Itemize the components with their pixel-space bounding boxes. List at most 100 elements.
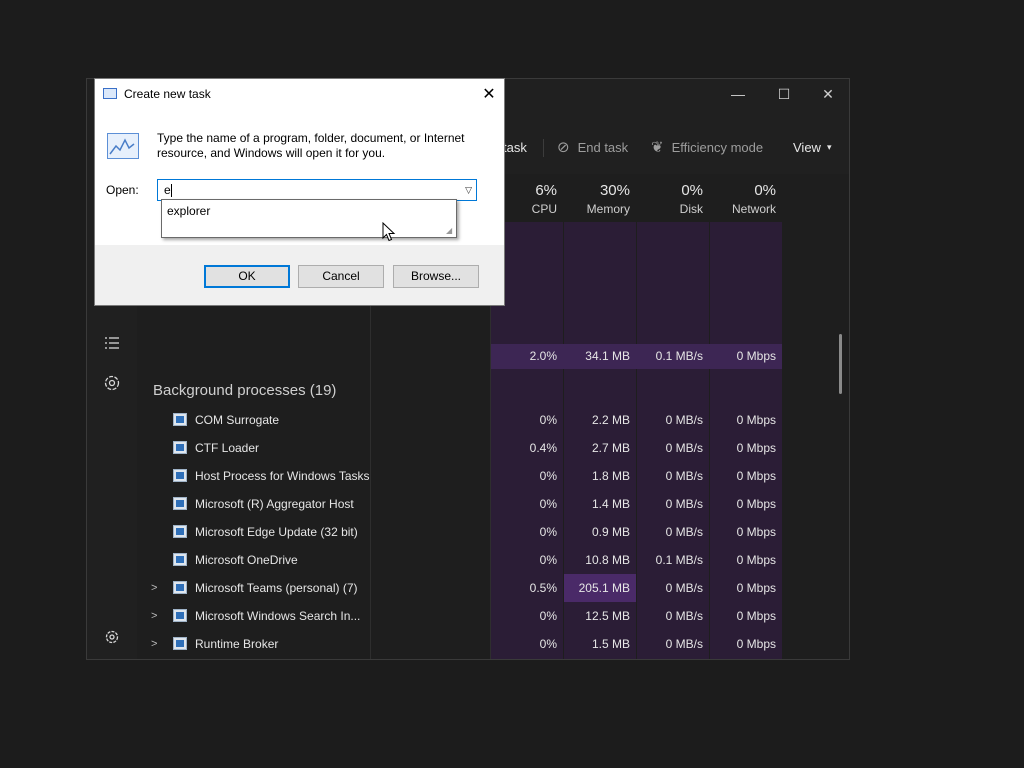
autocomplete-option[interactable]: explorer [167,204,210,218]
open-input-value: e [164,183,171,197]
process-icon [173,469,187,482]
dialog-title-bar: Create new task ✕ [95,79,504,109]
table-row[interactable]: CTF Loader 0.4% 2.7 MB 0 MB/s 0 Mbps [137,434,849,462]
network-cell: 0 Mbps [736,469,776,483]
process-name: Microsoft Windows Search In... [195,609,361,623]
process-name: CTF Loader [195,441,260,455]
cpu-cell: 0% [539,469,557,483]
table-row[interactable]: Microsoft (R) Aggregator Host 0% 1.4 MB 0 M… [137,490,849,518]
cpu-cell: 0% [539,609,557,623]
network-percent: 0% [754,182,776,199]
process-icon [173,525,187,538]
network-cell: 0 Mbps [736,553,776,567]
network-cell: 0 Mbps [736,581,776,595]
end-task-button[interactable]: ⊘ End task [557,127,628,167]
scrollbar[interactable] [839,334,842,394]
cpu-cell: 2.0% [529,349,557,363]
network-column-header[interactable]: 0% Network [710,174,782,222]
expand-chevron-icon[interactable]: > [151,574,157,602]
process-icon [173,553,187,566]
memory-percent: 30% [599,182,630,199]
process-name: Microsoft OneDrive [195,553,298,567]
chevron-down-icon[interactable]: ▽ [465,180,472,200]
create-task-dialog: Create new task ✕ Type the name of a pro… [94,78,505,306]
cpu-cell: 0% [539,637,557,651]
process-name: COM Surrogate [195,413,280,427]
network-cell: 0 Mbps [736,609,776,623]
network-cell: 0 Mbps [736,441,776,455]
run-new-task-button[interactable]: task [503,127,527,167]
run-program-icon [107,133,139,159]
chevron-down-icon: ▾ [826,141,832,152]
network-label: Network [731,202,776,216]
table-row[interactable]: > Microsoft Teams (personal) (7) 0.5% 205.1… [137,574,849,602]
efficiency-mode-label: Efficiency mode [671,139,764,155]
network-cell: 0 Mbps [736,525,776,539]
ok-button[interactable]: OK [204,265,290,288]
process-icon [173,441,187,454]
view-menu-button[interactable]: View ▾ [793,127,831,167]
memory-cell: 12.5 MB [585,609,630,623]
disk-percent: 0% [681,182,703,199]
disk-cell: 0.1 MB/s [655,553,703,567]
memory-cell: 0.9 MB [591,525,630,539]
process-icon [173,637,187,650]
process-name: Microsoft Teams (personal) (7) [195,581,358,595]
table-row[interactable]: Microsoft OneDrive 0% 10.8 MB 0.1 MB/s 0 Mbp… [137,546,849,574]
memory-label: Memory [586,202,630,216]
memory-cell: 205.1 MB [578,581,630,595]
memory-cell: 34.1 MB [585,349,630,363]
settings-gear-icon[interactable] [100,625,124,649]
network-cell: 0 Mbps [736,349,776,363]
close-button[interactable]: ✕ [805,79,849,109]
view-label: View [793,139,821,155]
expand-chevron-icon[interactable]: > [151,630,157,658]
efficiency-mode-button[interactable]: ❦ Efficiency mode [651,127,763,167]
expand-chevron-icon[interactable]: > [151,658,157,659]
table-row[interactable]: 2.0% 34.1 MB 0.1 MB/s 0 Mbps [137,342,849,370]
disk-cell: 0 MB/s [665,497,703,511]
end-task-icon: ⊘ [557,139,570,156]
memory-column-header[interactable]: 30% Memory [564,174,636,222]
leaf-icon: ❦ [651,139,664,156]
text-caret [170,184,172,198]
table-row[interactable]: COM Surrogate 0% 2.2 MB 0 MB/s 0 Mbps [137,406,849,434]
expand-chevron-icon[interactable]: > [151,602,157,630]
network-cell: 0 Mbps [710,658,776,659]
dialog-close-button[interactable]: ✕ [474,79,504,109]
maximize-button[interactable]: ☐ [761,79,807,109]
open-combobox[interactable]: e ▽ [157,179,477,201]
minimize-button[interactable]: — [715,79,761,109]
cpu-cell: 0.4% [529,441,557,455]
toolbar-divider [543,139,544,157]
cpu-cell: 0% [539,525,557,539]
services-icon[interactable] [100,371,124,395]
browse-button[interactable]: Browse... [393,265,479,288]
cpu-cell: 0% [491,658,557,659]
disk-cell: 0 MB/s [665,581,703,595]
autocomplete-dropdown: explorer ◢ [161,199,457,238]
details-list-icon[interactable] [100,331,124,355]
resize-grip-icon[interactable]: ◢ [446,227,454,235]
disk-cell: 0 MB/s [665,469,703,483]
network-cell: 0 Mbps [736,497,776,511]
table-row[interactable]: Microsoft Edge Update (32 bit) 0% 0.9 MB 0 … [137,518,849,546]
memory-cell: 1.5 MB [591,637,630,651]
table-row[interactable]: Host Process for Windows Tasks 0% 1.8 MB 0 … [137,462,849,490]
memory-cell: 1.4 MB [591,497,630,511]
cpu-cell: 0% [539,497,557,511]
cpu-cell: 0% [539,553,557,567]
cancel-button[interactable]: Cancel [298,265,384,288]
memory-cell: 2.2 MB [591,413,630,427]
table-row[interactable]: >Search (2)II0%2.4 MB0 MB/s0 Mbps [137,658,849,659]
network-cell: 0 Mbps [736,637,776,651]
instruction-text: Type the name of a program, folder, docu… [157,131,465,160]
table-row[interactable]: > Runtime Broker 0% 1.5 MB 0 MB/s 0 Mbps [137,630,849,658]
disk-column-header[interactable]: 0% Disk [637,174,709,222]
process-icon [173,609,187,622]
process-icon [173,413,187,426]
disk-cell: 0 MB/s [665,441,703,455]
mouse-cursor-icon [382,222,396,242]
table-row[interactable]: > Microsoft Windows Search In... 0% 12.5 MB… [137,602,849,630]
network-cell: 0 Mbps [736,413,776,427]
